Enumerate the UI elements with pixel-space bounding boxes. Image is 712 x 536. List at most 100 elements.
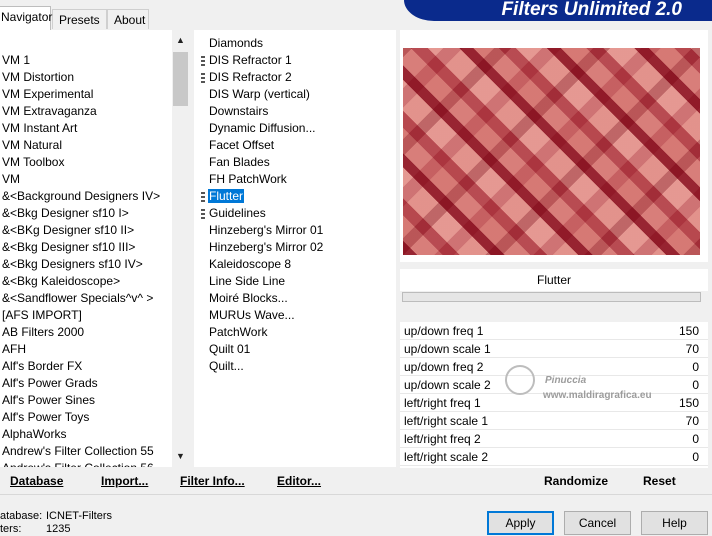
marker-icon <box>201 56 205 66</box>
apply-button[interactable]: Apply <box>487 511 554 535</box>
filter-item-label: Line Side Line <box>209 274 286 288</box>
category-item[interactable]: Alf's Power Sines <box>0 392 172 409</box>
category-item[interactable]: &<Bkg Kaleidoscope> <box>0 273 172 290</box>
preview-pane <box>400 30 708 262</box>
category-item[interactable]: VM Instant Art <box>0 120 172 137</box>
parameter-value: 0 <box>692 360 699 374</box>
category-item[interactable]: VM Toolbox <box>0 154 172 171</box>
category-item[interactable]: VM Natural <box>0 137 172 154</box>
filter-item[interactable]: PatchWork <box>194 324 396 341</box>
filter-item[interactable]: Line Side Line <box>194 273 396 290</box>
progress-bar <box>402 292 701 302</box>
parameter-value: 150 <box>678 396 699 410</box>
filter-item[interactable]: Fan Blades <box>194 154 396 171</box>
tab-about[interactable]: About <box>107 9 149 29</box>
filter-item[interactable]: Dynamic Diffusion... <box>194 120 396 137</box>
category-item[interactable]: AlphaWorks <box>0 426 172 443</box>
parameter-label: up/down scale 1 <box>404 342 491 356</box>
category-item[interactable]: &<Bkg Designer sf10 III> <box>0 239 172 256</box>
filter-item[interactable]: Facet Offset <box>194 137 396 154</box>
category-item[interactable]: VM Experimental <box>0 86 172 103</box>
filter-item-label: FH PatchWork <box>209 172 287 186</box>
filter-item-label: DIS Refractor 2 <box>209 70 292 84</box>
parameter-label: left/right freq 1 <box>404 396 481 410</box>
category-item[interactable]: &<Background Designers IV> <box>0 188 172 205</box>
editor-button[interactable]: Editor... <box>277 474 321 488</box>
parameter-slider[interactable]: left/right scale 1 70 <box>400 412 708 430</box>
category-item[interactable]: &<Bkg Designer sf10 I> <box>0 205 172 222</box>
reset-button[interactable]: Reset <box>643 474 676 488</box>
app-title-banner: Filters Unlimited 2.0 <box>404 0 712 21</box>
filter-list[interactable]: Diamonds DIS Refractor 1 DIS Refractor 2 DI… <box>194 30 396 467</box>
parameter-slider[interactable]: up/down freq 1 150 <box>400 322 708 340</box>
scroll-up-arrow-icon[interactable]: ▲ <box>172 32 189 49</box>
filter-item[interactable]: Moiré Blocks... <box>194 290 396 307</box>
filter-item[interactable]: Kaleidoscope 8 <box>194 256 396 273</box>
parameter-value: 70 <box>685 414 699 428</box>
category-item[interactable]: VM 1 <box>0 52 172 69</box>
tab-navigator[interactable]: Navigator <box>0 6 52 30</box>
filter-info-button[interactable]: Filter Info... <box>180 474 245 488</box>
filter-item-label: Flutter <box>208 189 245 203</box>
category-scrollbar[interactable]: ▲ ▼ <box>172 32 189 465</box>
cancel-button[interactable]: Cancel <box>564 511 631 535</box>
parameter-slider[interactable]: up/down freq 2 0 <box>400 358 708 376</box>
filter-item[interactable]: Diamonds <box>194 35 396 52</box>
parameter-slider[interactable]: left/right freq 1 150 <box>400 394 708 412</box>
filters-count-label: ters: <box>0 523 22 535</box>
category-item[interactable]: Andrew's Filter Collection 55 <box>0 443 172 460</box>
filter-item[interactable]: Hinzeberg's Mirror 01 <box>194 222 396 239</box>
category-item[interactable]: VM <box>0 171 172 188</box>
category-item[interactable]: Andrew's Filter Collection 56 <box>0 460 172 467</box>
filter-item[interactable]: DIS Warp (vertical) <box>194 86 396 103</box>
filter-item-label: Quilt... <box>209 359 244 373</box>
parameter-slider[interactable]: left/right freq 2 0 <box>400 430 708 448</box>
filter-item[interactable]: Quilt 01 <box>194 341 396 358</box>
category-item[interactable]: &<Sandflower Specials^v^ > <box>0 290 172 307</box>
parameter-slider[interactable]: up/down scale 2 0 <box>400 376 708 394</box>
database-label: atabase: <box>0 510 43 522</box>
selected-filter-name: Flutter <box>400 269 708 291</box>
filter-item-label: Facet Offset <box>209 138 275 152</box>
category-item[interactable]: Alf's Power Toys <box>0 409 172 426</box>
parameter-value: 0 <box>692 378 699 392</box>
category-item[interactable]: Alf's Border FX <box>0 358 172 375</box>
category-item[interactable]: AFH <box>0 341 172 358</box>
category-item[interactable]: &<BKg Designer sf10 II> <box>0 222 172 239</box>
category-list[interactable]: VM 1 VM Distortion VM Experimental VM Extra… <box>0 30 172 467</box>
filter-item[interactable]: FH PatchWork <box>194 171 396 188</box>
filter-item-label: Dynamic Diffusion... <box>209 121 316 135</box>
category-item[interactable]: VM Extravaganza <box>0 103 172 120</box>
database-button[interactable]: Database <box>10 474 63 488</box>
filter-item[interactable]: DIS Refractor 1 <box>194 52 396 69</box>
category-item[interactable]: Alf's Power Grads <box>0 375 172 392</box>
filter-item[interactable]: Downstairs <box>194 103 396 120</box>
scroll-down-arrow-icon[interactable]: ▼ <box>172 448 189 465</box>
scrollbar-thumb[interactable] <box>173 52 188 106</box>
category-item[interactable]: AB Filters 2000 <box>0 324 172 341</box>
divider <box>0 494 712 495</box>
filter-item[interactable]: DIS Refractor 2 <box>194 69 396 86</box>
randomize-button[interactable]: Randomize <box>544 474 608 488</box>
parameter-label: up/down freq 1 <box>404 324 484 338</box>
filter-item[interactable]: Guidelines <box>194 205 396 222</box>
filter-item[interactable]: Flutter <box>194 188 396 205</box>
help-button[interactable]: Help <box>641 511 708 535</box>
filter-item[interactable]: MURUs Wave... <box>194 307 396 324</box>
filter-item[interactable]: Quilt... <box>194 358 396 375</box>
filter-item[interactable]: Hinzeberg's Mirror 02 <box>194 239 396 256</box>
parameter-slider[interactable]: left/right scale 2 0 <box>400 448 708 466</box>
category-item[interactable]: [AFS IMPORT] <box>0 307 172 324</box>
marker-icon <box>201 192 205 202</box>
category-item[interactable]: &<Bkg Designers sf10 IV> <box>0 256 172 273</box>
parameter-slider[interactable]: up/down scale 1 70 <box>400 340 708 358</box>
import-button[interactable]: Import... <box>101 474 148 488</box>
tab-presets[interactable]: Presets <box>52 9 107 29</box>
marker-icon <box>201 209 205 219</box>
filter-item-label: Hinzeberg's Mirror 02 <box>209 240 324 254</box>
parameter-label: left/right freq 2 <box>404 432 481 446</box>
filter-item-label: Guidelines <box>209 206 266 220</box>
parameter-value: 70 <box>685 342 699 356</box>
database-value: ICNET-Filters <box>46 510 112 522</box>
category-item[interactable]: VM Distortion <box>0 69 172 86</box>
